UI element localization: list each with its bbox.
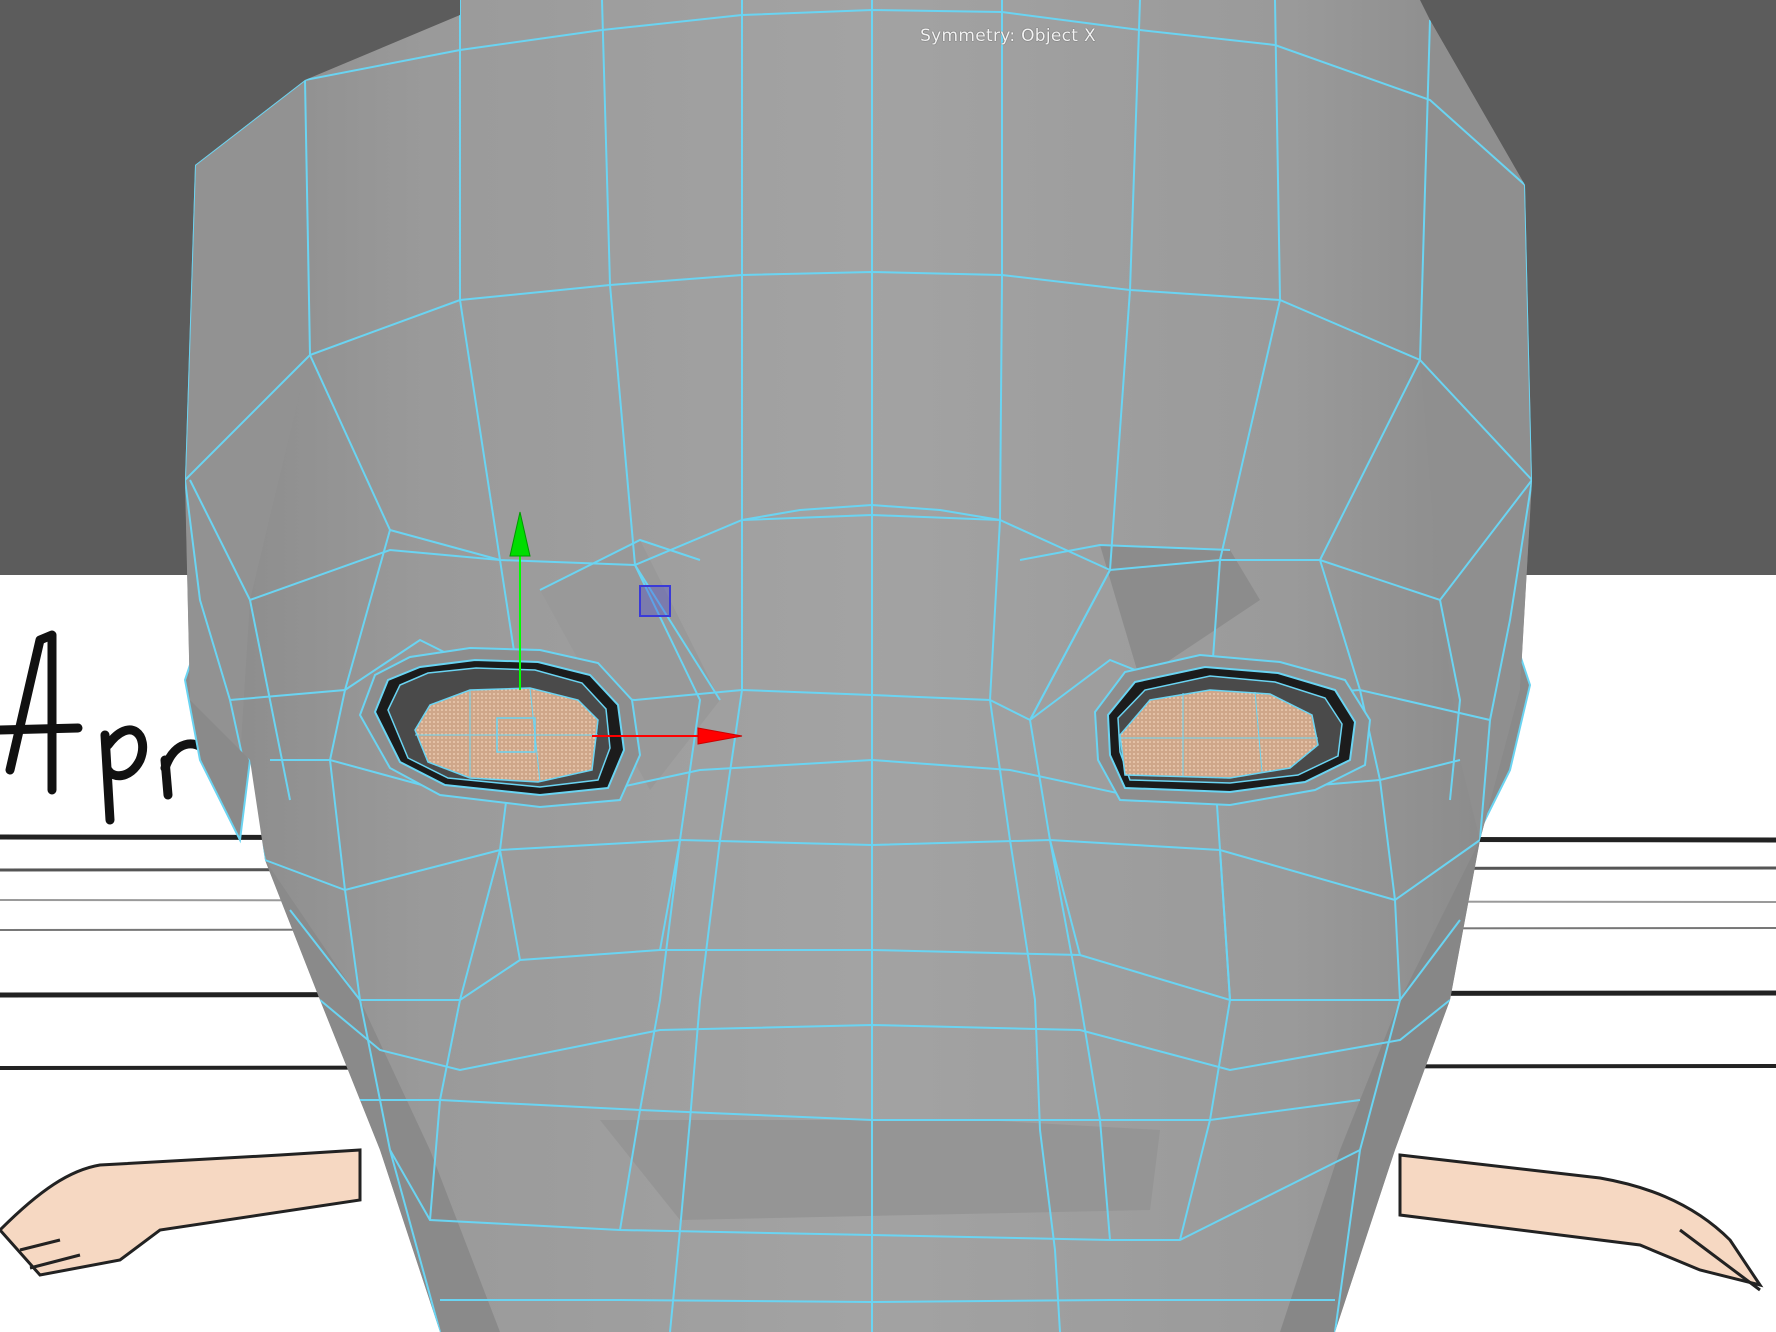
eye-right[interactable] [1093, 653, 1372, 807]
symmetry-status: Symmetry: Object X [920, 26, 1096, 46]
z-plane-handle[interactable] [639, 585, 671, 617]
viewport-canvas[interactable] [0, 0, 1776, 1332]
head-mesh[interactable] [183, 0, 1532, 1332]
maya-viewport[interactable]: Symmetry: Object X [0, 0, 1776, 1332]
